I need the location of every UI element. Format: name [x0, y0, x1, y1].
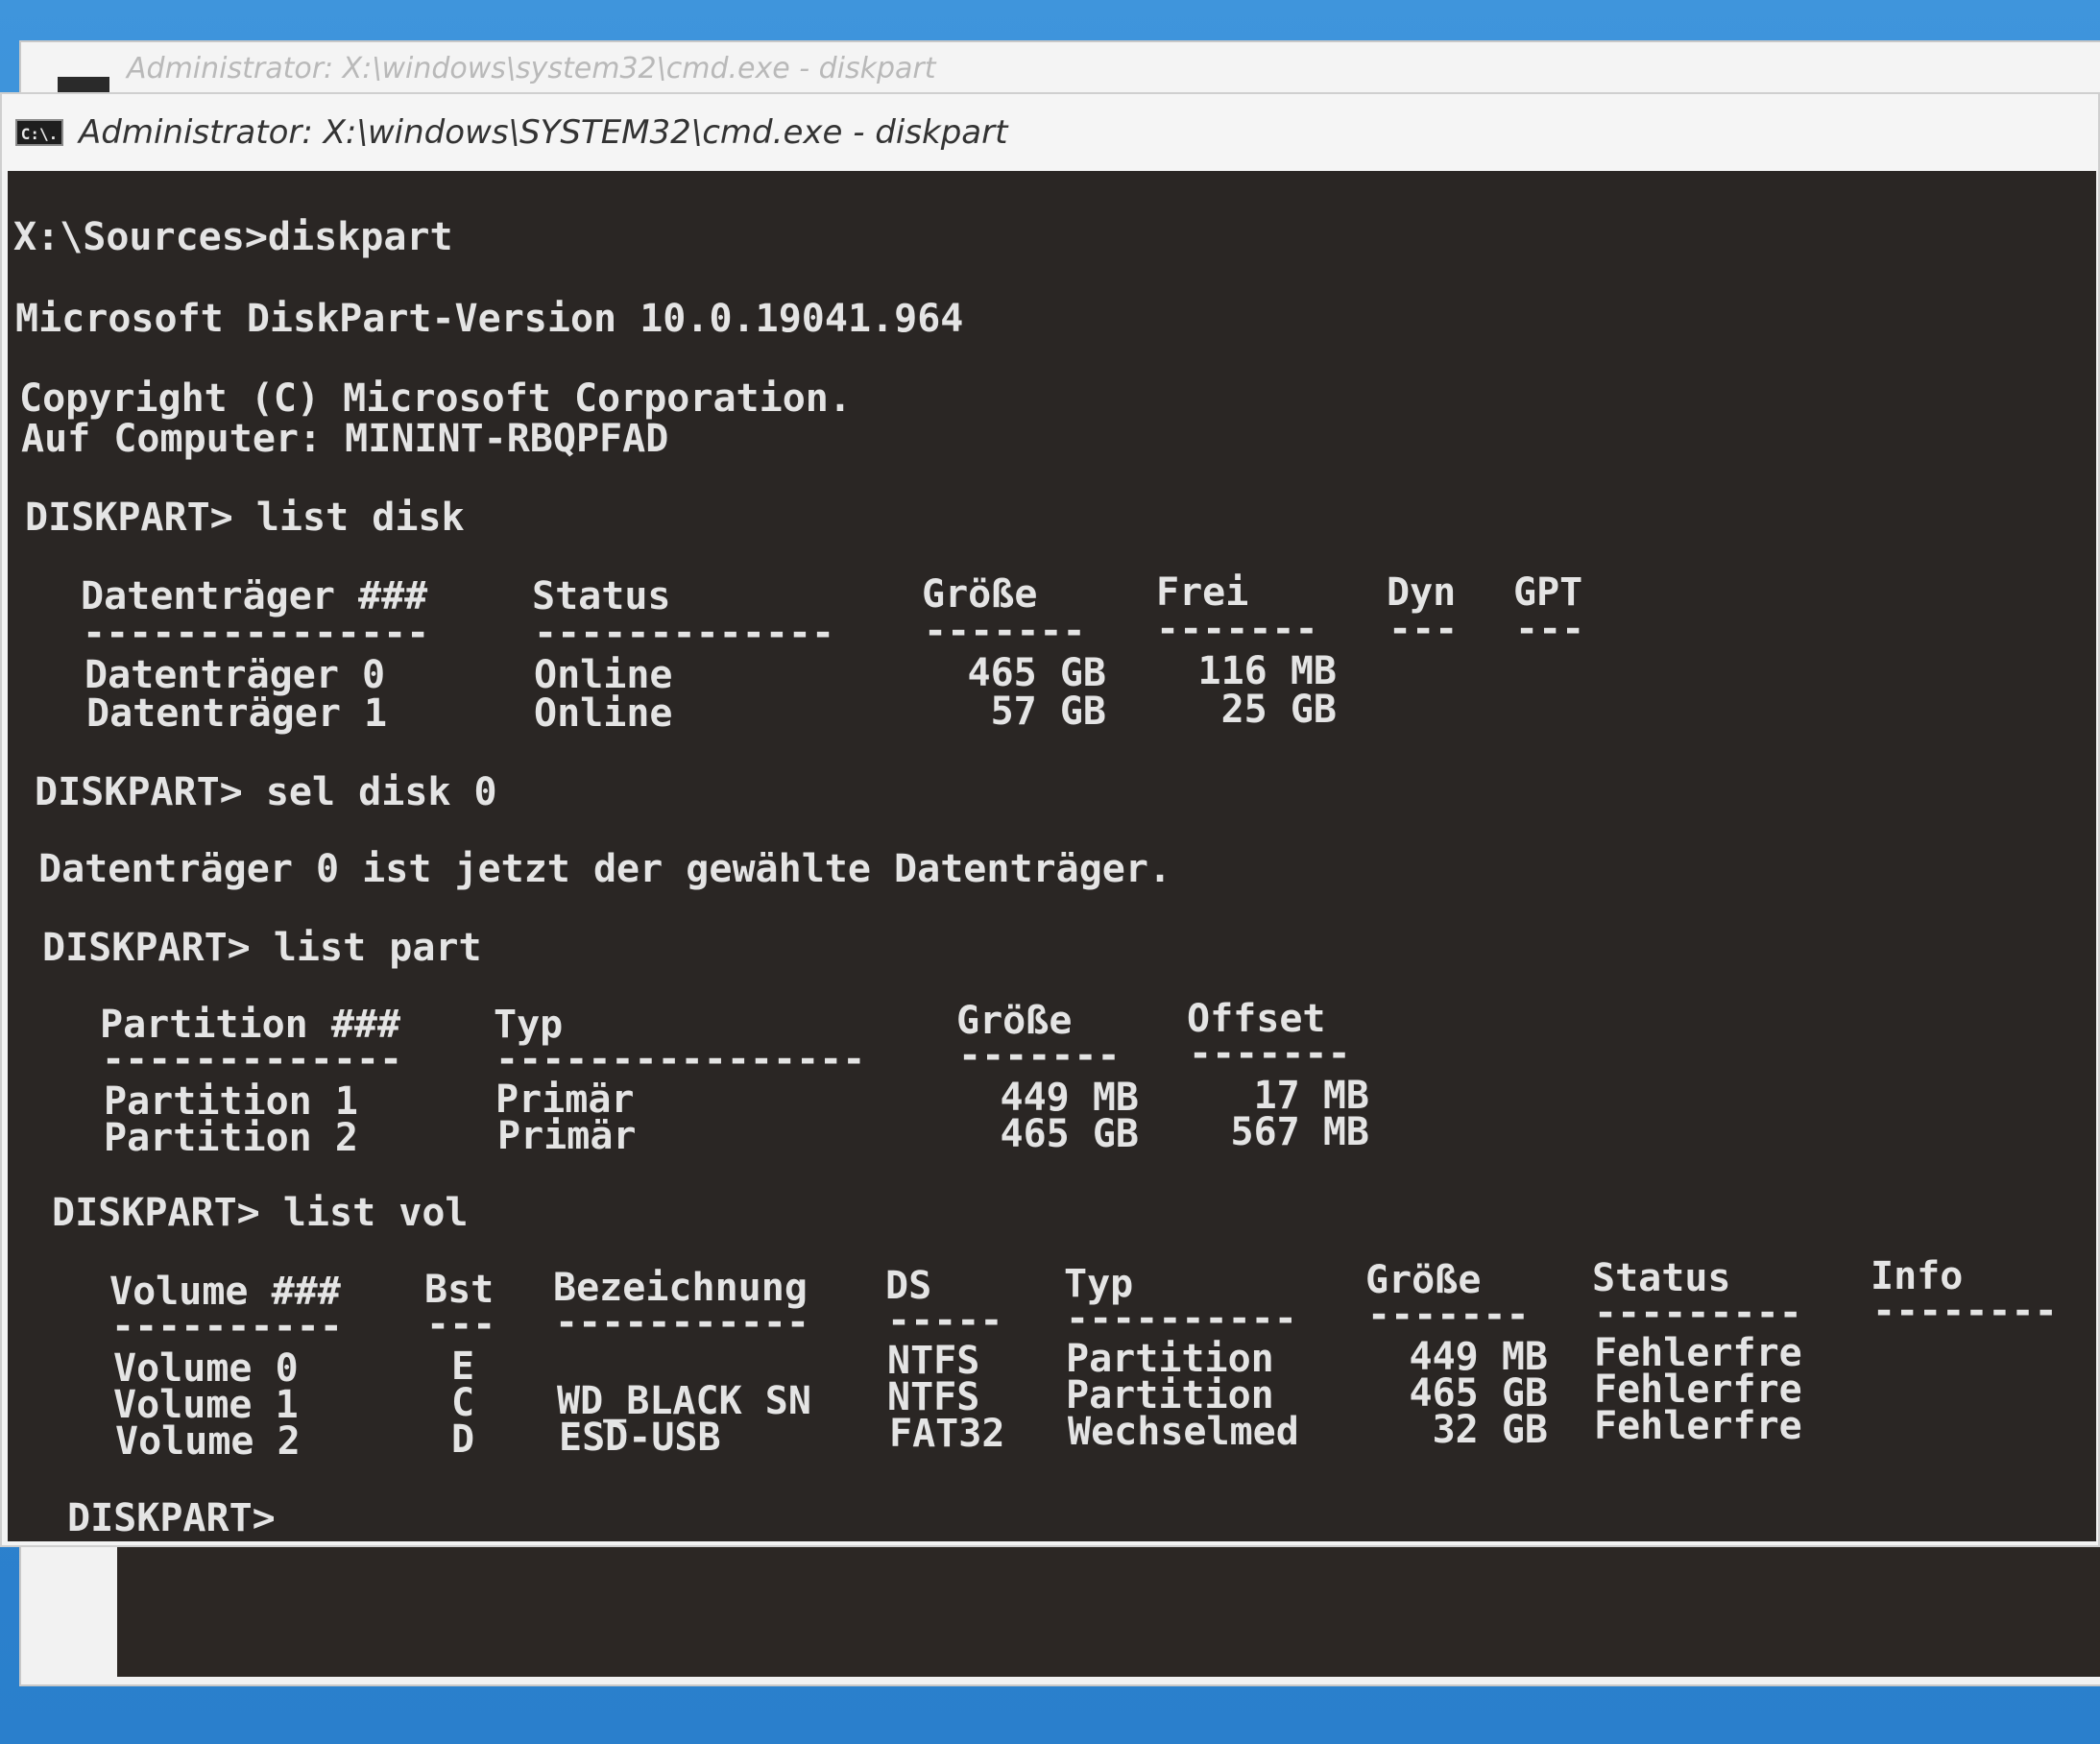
vol-row-fs: FAT32	[889, 1412, 1005, 1456]
part-row-offset: 567 MB	[1230, 1110, 1370, 1154]
console-line-selection: Datenträger 0 ist jetzt der gewählte Dat…	[38, 847, 1172, 891]
part-row-size: 465 GB	[1000, 1112, 1140, 1156]
part-table-separator: -------	[958, 1033, 1121, 1078]
background-console-area	[117, 1540, 2100, 1677]
console-prompt-final[interactable]: DISKPART>	[67, 1498, 276, 1538]
console-line-copyright: Copyright (C) Microsoft Corporation.	[19, 376, 852, 421]
window-title: Administrator: X:\windows\SYSTEM32\cmd.e…	[79, 113, 1008, 152]
disk-row-free: 116 MB	[1197, 649, 1338, 693]
vol-row-name: Volume 2	[115, 1419, 301, 1464]
console-line-computer: Auf Computer: MININT-RBQPFAD	[21, 417, 669, 461]
vol-table-separator: ---------	[1594, 1291, 1802, 1335]
disk-row-status: Online	[534, 691, 673, 736]
vol-row-type: Wechselmed	[1068, 1410, 1299, 1454]
disk-row-name: Datenträger 1	[86, 691, 388, 736]
vol-table-separator: ----------	[111, 1304, 343, 1348]
disk-row-free: 25 GB	[1220, 688, 1337, 732]
part-row-type: Primär	[497, 1114, 637, 1158]
vol-table-separator: -----------	[555, 1300, 809, 1344]
disk-row-size: 57 GB	[990, 690, 1106, 734]
console-line-command: X:\Sources>diskpart	[13, 215, 453, 259]
desktop: Administrator: X:\windows\system32\cmd.e…	[0, 0, 2100, 1744]
disk-table-separator: -------	[924, 609, 1086, 653]
window-titlebar[interactable]: C:\. Administrator: X:\windows\SYSTEM32\…	[2, 94, 2098, 171]
console-line-version: Microsoft DiskPart-Version 10.0.19041.96…	[15, 297, 964, 341]
disk-table-separator: ---------------	[83, 611, 430, 655]
part-table-separator: ----------------	[495, 1037, 866, 1081]
vol-row-label: ESD-USB	[559, 1416, 721, 1460]
vol-row-status: Fehlerfre	[1594, 1404, 1802, 1448]
cmd-icon: C:\.	[15, 119, 63, 146]
vol-table-separator: -----	[887, 1298, 1003, 1343]
background-window-titlebar[interactable]: Administrator: X:\windows\system32\cmd.e…	[21, 42, 2100, 96]
console-output[interactable]: X:\Sources>diskpart Microsoft DiskPart-V…	[8, 171, 2096, 1541]
part-table-separator: -------------	[102, 1037, 403, 1081]
disk-table-separator: -------------	[534, 611, 835, 655]
vol-table-separator: --------	[1872, 1289, 2058, 1333]
disk-table-separator: ---	[1388, 607, 1459, 651]
vol-row-size: 32 GB	[1432, 1408, 1548, 1452]
disk-row-name: Datenträger 0	[84, 653, 386, 697]
vol-table-separator: ----------	[1066, 1296, 1297, 1341]
part-table-separator: -------	[1189, 1031, 1351, 1076]
console-prompt-list-disk: DISKPART> list disk	[25, 496, 465, 540]
background-window-title: Administrator: X:\windows\system32\cmd.e…	[127, 52, 936, 85]
console-prompt-list-part: DISKPART> list part	[42, 926, 482, 970]
disk-row-size: 465 GB	[967, 651, 1107, 695]
vol-table-separator: -------	[1367, 1293, 1530, 1337]
console-prompt-list-vol: DISKPART> list vol	[52, 1191, 469, 1235]
part-row-name: Partition 2	[104, 1116, 358, 1160]
cmd-window[interactable]: C:\. Administrator: X:\windows\SYSTEM32\…	[0, 92, 2100, 1547]
vol-table-separator: ---	[426, 1302, 496, 1346]
vol-row-letter: D	[451, 1417, 475, 1462]
console-prompt-sel-disk: DISKPART> sel disk 0	[35, 770, 497, 814]
disk-table-separator: -------	[1156, 607, 1318, 651]
disk-table-separator: ---	[1515, 607, 1585, 651]
disk-row-status: Online	[534, 653, 673, 697]
